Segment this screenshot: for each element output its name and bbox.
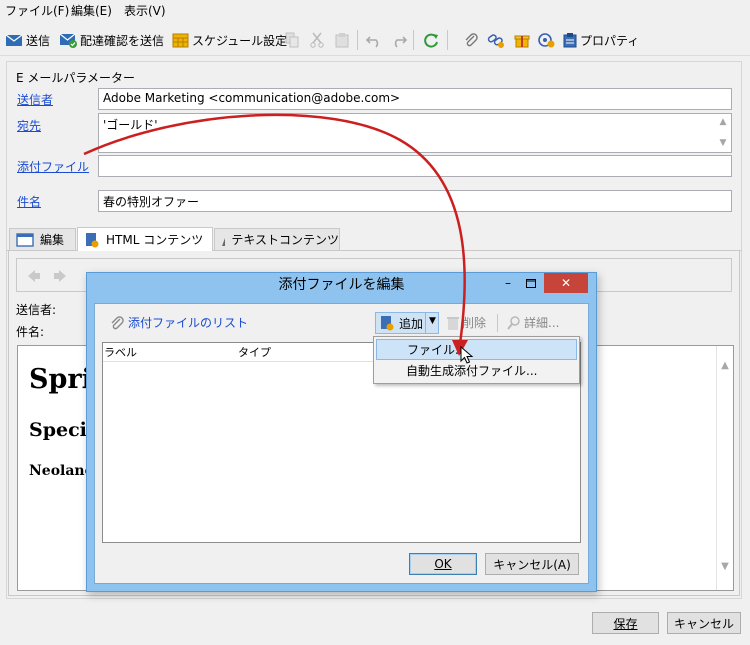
annotation-arrow [83,113,468,356]
cursor-icon [460,346,474,364]
